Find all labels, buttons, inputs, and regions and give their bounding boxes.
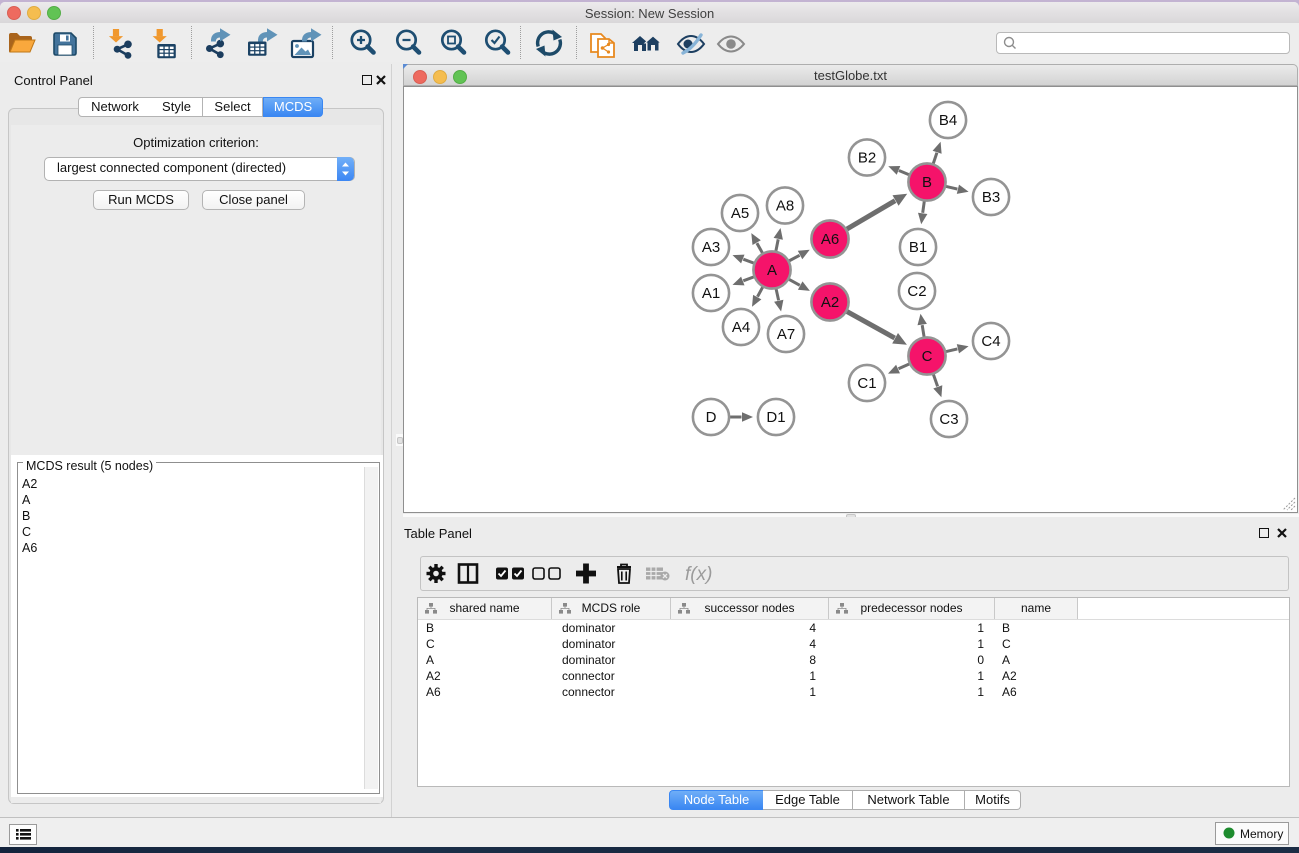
svg-text:C4: C4 bbox=[981, 333, 1000, 350]
svg-text:A1: A1 bbox=[702, 285, 720, 302]
svg-text:A2: A2 bbox=[821, 294, 839, 311]
svg-text:A: A bbox=[767, 262, 777, 279]
svg-text:f(x): f(x) bbox=[685, 564, 712, 585]
svg-text:A8: A8 bbox=[776, 198, 794, 215]
svg-text:C: C bbox=[922, 348, 933, 365]
svg-text:B: B bbox=[922, 174, 932, 191]
svg-text:B3: B3 bbox=[982, 189, 1000, 206]
svg-text:C2: C2 bbox=[907, 283, 926, 300]
svg-text:A6: A6 bbox=[821, 231, 839, 248]
svg-text:A4: A4 bbox=[732, 319, 750, 336]
svg-text:B2: B2 bbox=[858, 150, 876, 167]
svg-text:A7: A7 bbox=[777, 326, 795, 343]
svg-text:A3: A3 bbox=[702, 239, 720, 256]
svg-text:B1: B1 bbox=[909, 239, 927, 256]
svg-text:A5: A5 bbox=[731, 205, 749, 222]
svg-text:B4: B4 bbox=[939, 112, 957, 129]
svg-text:C3: C3 bbox=[939, 411, 958, 428]
svg-text:D: D bbox=[706, 409, 717, 426]
svg-text:D1: D1 bbox=[766, 409, 785, 426]
svg-text:C1: C1 bbox=[857, 375, 876, 392]
